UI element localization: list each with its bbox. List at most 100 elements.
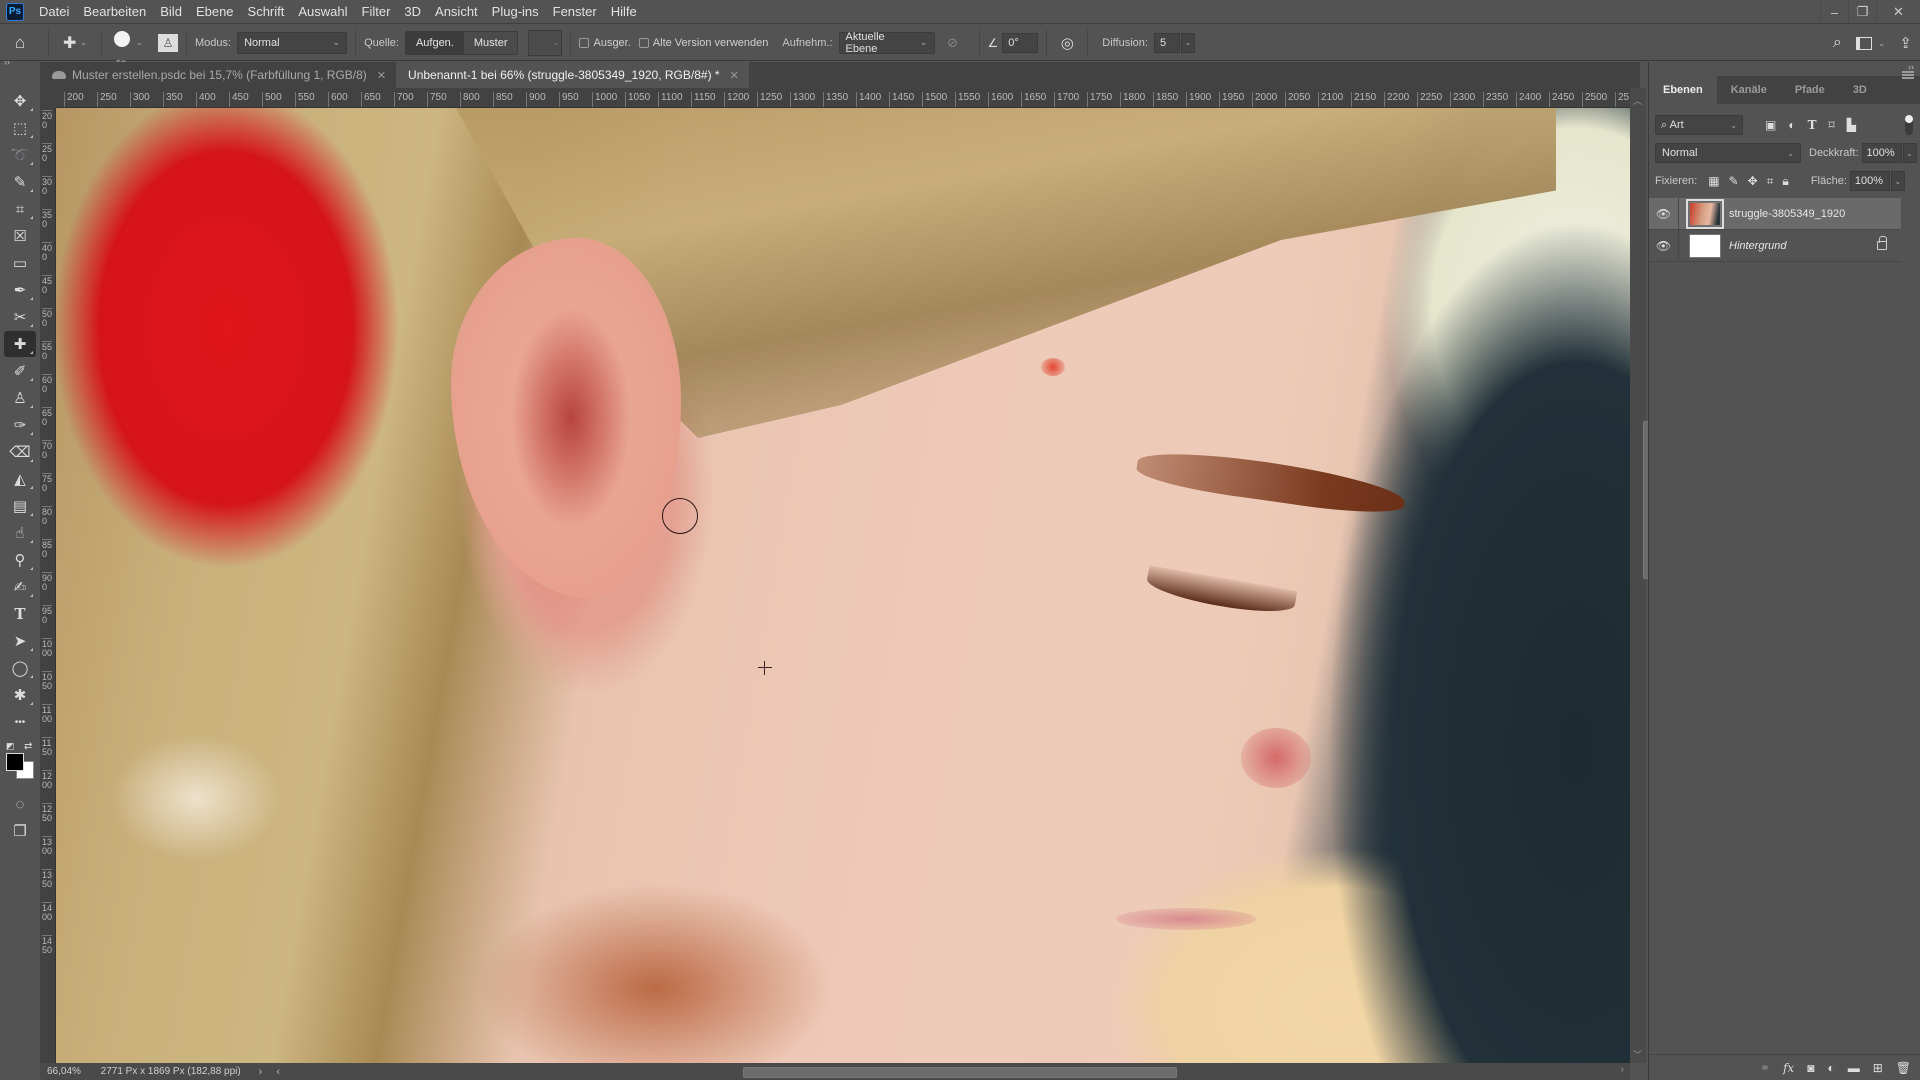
history-brush-tool[interactable]: ✑: [4, 412, 36, 438]
opacity-input[interactable]: 100%: [1861, 143, 1902, 163]
menu-ebene[interactable]: Ebene: [189, 0, 241, 24]
brush-tool[interactable]: ✐: [4, 358, 36, 384]
scroll-left-arrow[interactable]: ‹: [276, 1066, 280, 1078]
horizontal-ruler[interactable]: 200 250 300 350 400 450 500 550 600 650 700 750 800 8…: [56, 88, 1630, 108]
shape-layer-filter-icon[interactable]: ⌑: [1829, 118, 1835, 132]
layer-style-icon[interactable]: fx: [1783, 1061, 1794, 1075]
opacity-dropdown[interactable]: ⌄: [1902, 143, 1917, 163]
eyedropper-tool[interactable]: ✒: [4, 277, 36, 303]
scroll-right-arrow[interactable]: ›: [1621, 1064, 1624, 1075]
source-sampled-button[interactable]: Aufgen.: [405, 31, 464, 54]
content-aware-move-tool[interactable]: ✂: [4, 304, 36, 330]
pattern-picker[interactable]: ⌄: [528, 29, 563, 56]
menu-datei[interactable]: Datei: [32, 0, 76, 24]
restore-button[interactable]: ❐: [1848, 0, 1876, 24]
dodge-tool[interactable]: ⚲: [4, 547, 36, 573]
move-tool[interactable]: ✥: [4, 88, 36, 114]
brush-settings-icon[interactable]: ♙: [158, 33, 178, 52]
menu-schrift[interactable]: Schrift: [241, 0, 292, 24]
tab-pfade[interactable]: Pfade: [1781, 76, 1839, 104]
type-layer-filter-icon[interactable]: T: [1808, 118, 1817, 132]
swap-colors-icon[interactable]: ⇄: [24, 741, 32, 752]
status-menu-arrow[interactable]: ›: [259, 1066, 263, 1078]
tab-unbenannt-1[interactable]: Unbenannt-1 bei 66% (struggle-3805349_19…: [396, 62, 749, 88]
menu-bild[interactable]: Bild: [153, 0, 189, 24]
tab-3d[interactable]: 3D: [1839, 76, 1881, 104]
adjustment-layer-filter-icon[interactable]: ◐: [1788, 118, 1795, 132]
ignore-adjustment-layers-icon[interactable]: ⊘: [935, 35, 971, 51]
visibility-eye-icon[interactable]: 👁︎: [1649, 229, 1679, 262]
menu-bearbeiten[interactable]: Bearbeiten: [76, 0, 153, 24]
add-mask-icon[interactable]: ◙: [1807, 1061, 1814, 1075]
pixel-layer-filter-icon[interactable]: ▣: [1765, 118, 1776, 132]
screen-mode-button[interactable]: ❐: [4, 818, 36, 844]
chevron-down-icon[interactable]: ⌄: [1878, 38, 1886, 49]
frame-tool[interactable]: ☒: [4, 223, 36, 249]
minimize-button[interactable]: –: [1820, 0, 1848, 24]
scroll-up-arrow[interactable]: ︿: [1633, 94, 1642, 107]
paint-bucket-tool[interactable]: ◭: [4, 466, 36, 492]
lock-transparency-icon[interactable]: ▦: [1708, 174, 1719, 189]
menu-ansicht[interactable]: Ansicht: [428, 0, 485, 24]
eraser-tool[interactable]: ⌫: [4, 439, 36, 465]
quick-selection-tool[interactable]: ✎: [4, 169, 36, 195]
fill-dropdown[interactable]: ⌄: [1890, 171, 1905, 191]
lock-all-icon[interactable]: 🔒︎: [1782, 174, 1788, 189]
clone-stamp-tool[interactable]: ♙: [4, 385, 36, 411]
home-icon[interactable]: ⌂: [0, 33, 40, 53]
path-selection-tool[interactable]: ➤: [4, 628, 36, 654]
layer-row[interactable]: 👁︎ Hintergrund: [1649, 229, 1901, 262]
layer-row[interactable]: 👁︎ struggle-3805349_1920: [1649, 197, 1901, 230]
close-tab-icon[interactable]: ✕: [730, 69, 739, 82]
canvas[interactable]: [56, 108, 1630, 1063]
smudge-tool[interactable]: ☝: [4, 520, 36, 546]
tool-preset-picker[interactable]: ✚ ⌄: [57, 33, 93, 53]
menu-plug-ins[interactable]: Plug-ins: [485, 0, 546, 24]
marquee-tool[interactable]: ⬚: [4, 115, 36, 141]
foreground-color-swatch[interactable]: [6, 753, 24, 771]
menu-hilfe[interactable]: Hilfe: [604, 0, 644, 24]
menu-filter[interactable]: Filter: [355, 0, 398, 24]
vertical-scrollbar[interactable]: ︿ ﹀: [1630, 88, 1653, 1063]
lasso-tool[interactable]: ➰: [4, 142, 36, 168]
gradient-tool[interactable]: ▤: [4, 493, 36, 519]
new-group-icon[interactable]: ▬: [1848, 1061, 1860, 1075]
menu-3d[interactable]: 3D: [397, 0, 428, 24]
adjustment-layer-icon[interactable]: ◐: [1827, 1061, 1834, 1075]
lock-artboard-icon[interactable]: ⌗: [1767, 174, 1774, 189]
visibility-eye-icon[interactable]: 👁︎: [1649, 197, 1679, 230]
panel-menu-icon[interactable]: [1902, 71, 1914, 79]
share-icon[interactable]: ⇪: [1899, 34, 1912, 52]
lock-pixels-icon[interactable]: ✎: [1729, 174, 1739, 189]
legacy-checkbox[interactable]: Alte Version verwenden: [638, 37, 768, 49]
brush-picker[interactable]: 52 ⌄: [110, 30, 152, 69]
toolbar-collapse-icon[interactable]: ››: [0, 58, 40, 67]
layer-filter-select[interactable]: ⌕ Art ⌄: [1655, 115, 1743, 135]
tab-ebenen[interactable]: Ebenen: [1649, 76, 1717, 104]
zoom-level[interactable]: 66,04%: [40, 1066, 101, 1077]
type-tool[interactable]: T: [4, 601, 36, 627]
angle-input[interactable]: 0°: [1002, 32, 1039, 53]
workspace-icon[interactable]: [1855, 36, 1872, 50]
vertical-ruler[interactable]: 200 250 300 350 400 450 500 550 600 650 700 750 800 8…: [40, 108, 56, 1063]
ruler-tool[interactable]: ▭: [4, 250, 36, 276]
link-layers-icon[interactable]: ⚭: [1760, 1061, 1770, 1075]
new-layer-icon[interactable]: ⊞: [1873, 1061, 1883, 1075]
custom-shape-tool[interactable]: ✱: [4, 682, 36, 708]
tab-muster-erstellen[interactable]: Muster erstellen.psdc bei 15,7% (Farbfül…: [40, 62, 397, 88]
diffusion-input[interactable]: 5: [1153, 32, 1180, 53]
healing-brush-tool[interactable]: ✚: [4, 331, 36, 357]
menu-fenster[interactable]: Fenster: [546, 0, 604, 24]
mode-select[interactable]: Normal ⌄: [237, 31, 348, 54]
diffusion-dropdown[interactable]: ⌄: [1180, 32, 1195, 53]
ellipse-tool[interactable]: ◯: [4, 655, 36, 681]
tab-kanaele[interactable]: Kanäle: [1717, 76, 1781, 104]
lock-icon[interactable]: [1877, 236, 1887, 250]
menu-auswahl[interactable]: Auswahl: [291, 0, 354, 24]
close-tab-icon[interactable]: ✕: [377, 69, 386, 82]
horizontal-scroll-thumb[interactable]: [743, 1067, 1177, 1078]
scroll-down-arrow[interactable]: ﹀: [1633, 1048, 1642, 1061]
fill-input[interactable]: 100%: [1849, 171, 1890, 191]
smart-object-filter-icon[interactable]: ▙: [1847, 118, 1856, 132]
aligned-checkbox[interactable]: Ausger.: [579, 37, 631, 49]
